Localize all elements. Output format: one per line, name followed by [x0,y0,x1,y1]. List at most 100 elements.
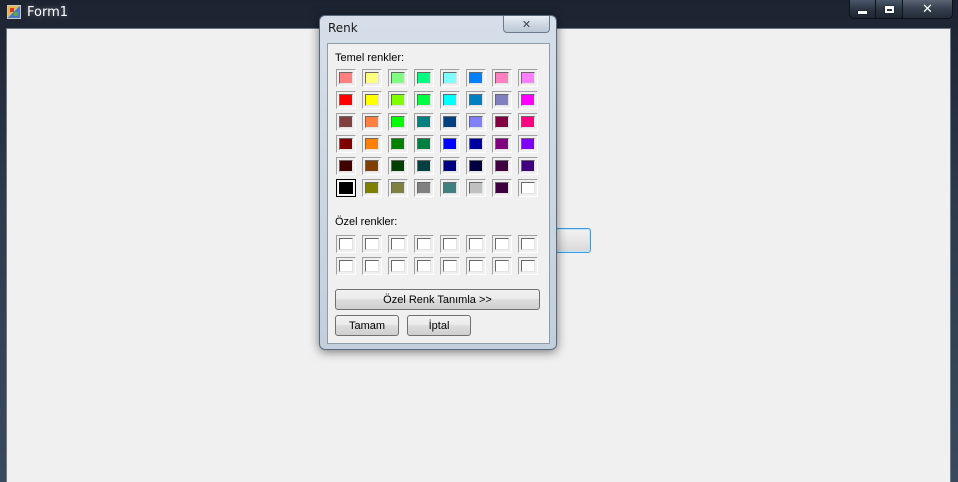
basic-color-swatch[interactable] [466,91,486,109]
basic-color-swatch[interactable] [518,113,538,131]
basic-color-swatch[interactable] [336,179,356,197]
basic-color-swatch[interactable] [336,91,356,109]
basic-color-swatch[interactable] [414,135,434,153]
app-icon[interactable] [7,5,21,19]
basic-color-swatch-fill [365,94,379,106]
basic-color-swatch-fill [521,182,535,194]
custom-color-swatch[interactable] [336,257,356,275]
custom-color-swatch-fill [365,238,379,250]
basic-color-swatch[interactable] [336,135,356,153]
basic-color-swatch[interactable] [492,157,512,175]
custom-color-swatch[interactable] [518,257,538,275]
basic-color-swatch[interactable] [466,69,486,87]
custom-color-swatch[interactable] [466,257,486,275]
basic-color-swatch[interactable] [440,69,460,87]
basic-color-swatch[interactable] [336,157,356,175]
basic-color-swatch-fill [495,182,509,194]
basic-color-swatch-fill [443,138,457,150]
custom-color-swatch-fill [443,238,457,250]
basic-color-swatch[interactable] [492,113,512,131]
custom-colors-label: Özel renkler: [335,216,398,228]
custom-color-swatch[interactable] [466,235,486,253]
basic-color-swatch-fill [469,182,483,194]
basic-color-swatch[interactable] [362,179,382,197]
custom-color-swatch[interactable] [362,257,382,275]
custom-color-swatch-fill [391,260,405,272]
basic-color-swatch[interactable] [388,113,408,131]
custom-color-swatch[interactable] [414,235,434,253]
basic-color-swatch[interactable] [440,135,460,153]
basic-color-swatch[interactable] [518,69,538,87]
custom-color-swatch[interactable] [440,257,460,275]
custom-color-swatch[interactable] [336,235,356,253]
basic-color-swatch[interactable] [440,179,460,197]
basic-color-swatch[interactable] [492,91,512,109]
basic-color-swatch[interactable] [492,135,512,153]
basic-color-swatch-fill [521,160,535,172]
basic-color-swatch-fill [365,138,379,150]
ok-button[interactable]: Tamam [335,315,399,336]
custom-color-swatch[interactable] [492,257,512,275]
custom-color-swatch[interactable] [362,235,382,253]
basic-color-swatch[interactable] [440,113,460,131]
basic-color-swatch[interactable] [518,135,538,153]
basic-color-swatch[interactable] [362,69,382,87]
basic-color-swatch-fill [443,116,457,128]
basic-color-swatch[interactable] [440,91,460,109]
basic-color-swatch[interactable] [414,91,434,109]
basic-color-swatch[interactable] [414,113,434,131]
basic-color-swatch-fill [365,116,379,128]
basic-color-swatch[interactable] [362,157,382,175]
basic-color-swatch[interactable] [466,179,486,197]
basic-color-swatch[interactable] [518,179,538,197]
basic-color-swatch[interactable] [362,91,382,109]
basic-color-swatch[interactable] [388,179,408,197]
custom-color-swatch[interactable] [518,235,538,253]
close-button[interactable]: ✕ [902,0,952,18]
dialog-close-button[interactable]: ✕ [503,16,550,33]
basic-color-swatch[interactable] [336,113,356,131]
basic-color-swatch[interactable] [518,91,538,109]
cancel-button[interactable]: İptal [407,315,471,336]
minimize-button[interactable] [850,0,877,18]
custom-color-swatch[interactable] [440,235,460,253]
basic-color-swatch[interactable] [440,157,460,175]
basic-color-swatch-fill [417,138,431,150]
dialog-client-area: Temel renkler: Özel renkler: Özel Renk T… [327,43,550,344]
color-dialog: Renk ✕ Temel renkler: Özel renkler: Özel… [319,15,557,350]
basic-color-swatch[interactable] [466,135,486,153]
basic-colors-label: Temel renkler: [335,52,405,64]
basic-color-swatch[interactable] [492,69,512,87]
basic-color-swatch-fill [391,72,405,84]
basic-color-swatch[interactable] [466,113,486,131]
basic-color-swatch[interactable] [388,91,408,109]
custom-color-swatch[interactable] [388,235,408,253]
basic-color-swatch[interactable] [414,69,434,87]
basic-color-swatch[interactable] [388,157,408,175]
basic-color-swatch[interactable] [362,113,382,131]
define-custom-colors-button[interactable]: Özel Renk Tanımla >> [335,289,540,310]
basic-color-swatch[interactable] [336,69,356,87]
custom-color-swatch-fill [521,260,535,272]
basic-color-swatch-fill [365,182,379,194]
custom-color-swatch[interactable] [388,257,408,275]
basic-color-swatch-fill [443,72,457,84]
custom-color-swatch[interactable] [492,235,512,253]
basic-color-swatch[interactable] [414,179,434,197]
basic-color-swatch[interactable] [414,157,434,175]
basic-color-swatch-fill [417,160,431,172]
basic-color-swatch-fill [495,116,509,128]
basic-color-swatch-fill [417,182,431,194]
custom-color-swatch[interactable] [414,257,434,275]
custom-color-swatch-fill [443,260,457,272]
basic-color-swatch-fill [521,94,535,106]
basic-color-swatch[interactable] [492,179,512,197]
basic-color-swatch[interactable] [388,135,408,153]
basic-color-swatch[interactable] [388,69,408,87]
basic-color-swatch[interactable] [362,135,382,153]
custom-color-swatch-fill [391,238,405,250]
basic-color-swatch-fill [339,94,353,106]
maximize-button[interactable] [876,0,903,18]
basic-color-swatch[interactable] [466,157,486,175]
basic-color-swatch[interactable] [518,157,538,175]
